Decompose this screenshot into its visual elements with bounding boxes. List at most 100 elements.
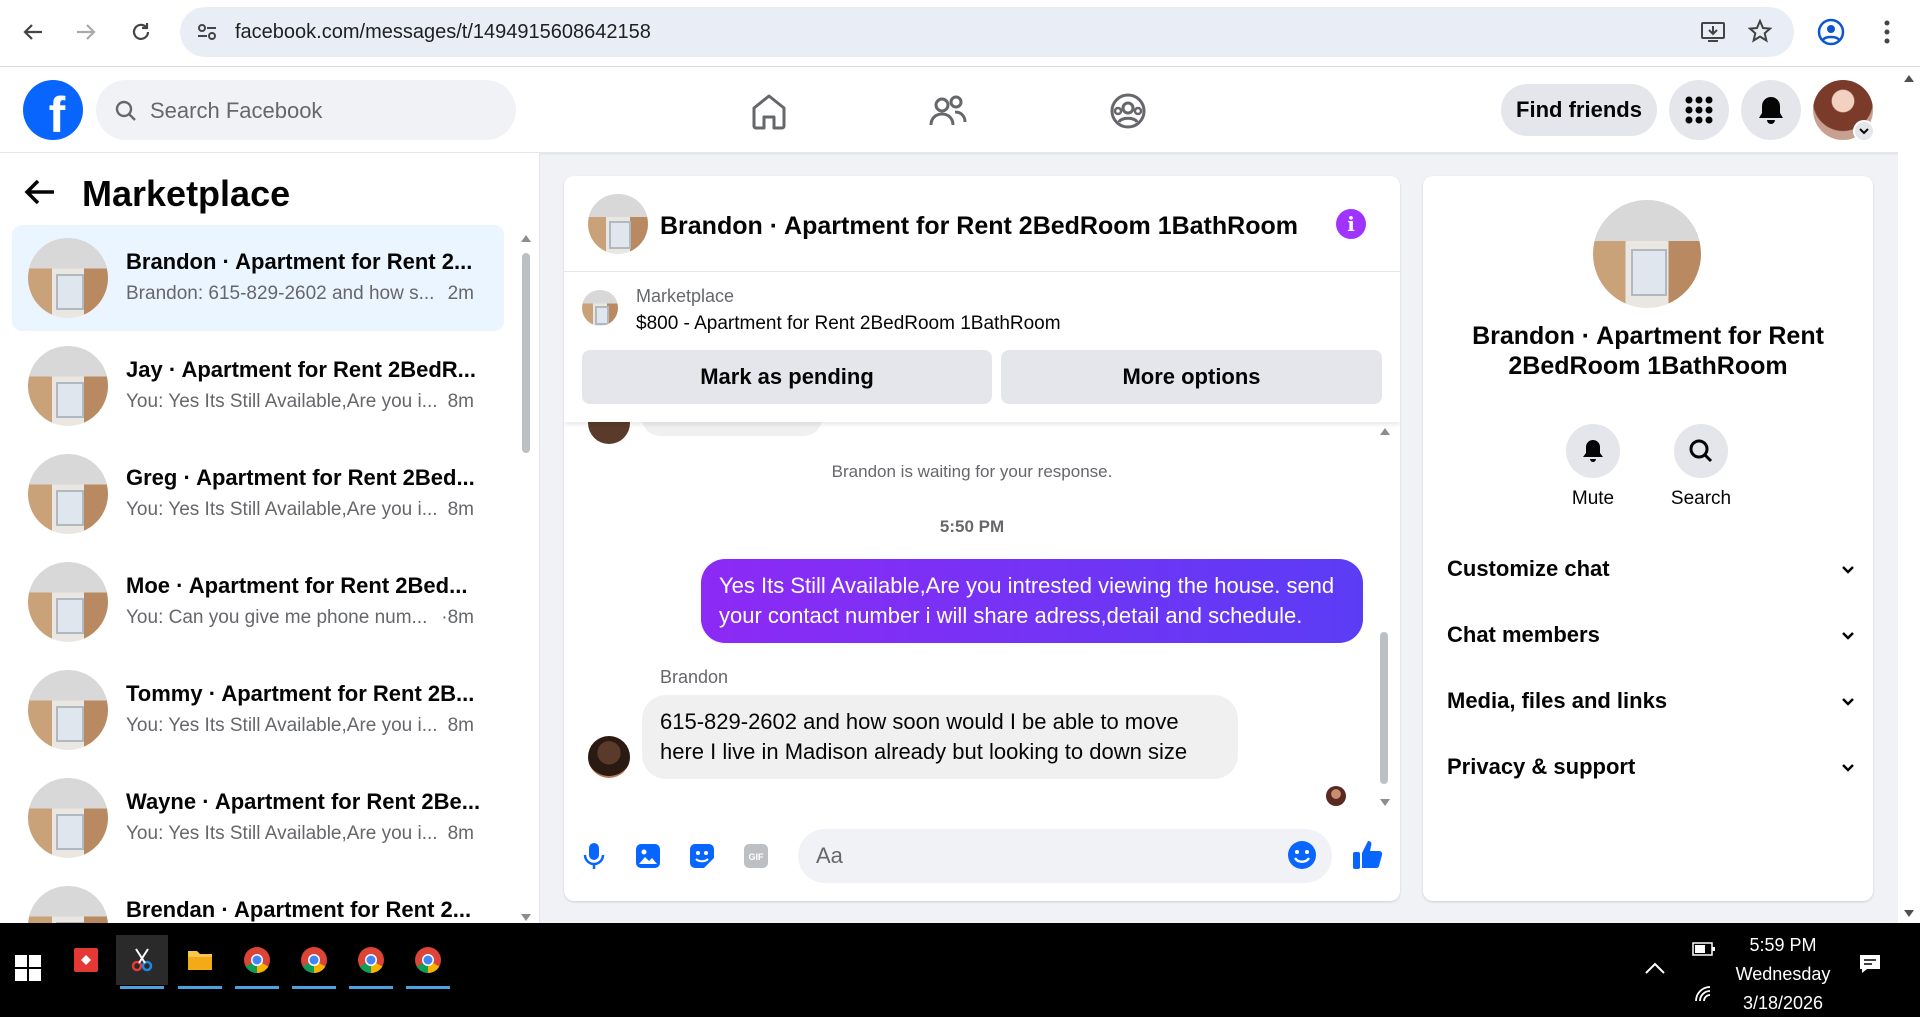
chat-members-section[interactable]: Chat members <box>1447 608 1857 662</box>
thread-name: Brandon · Apartment for Rent 2... <box>126 249 473 274</box>
home-icon[interactable] <box>747 89 791 133</box>
scrollbar-thumb[interactable] <box>1380 632 1388 784</box>
logo-letter: f <box>48 87 66 143</box>
search-input[interactable]: Search Facebook <box>96 80 516 140</box>
like-thumb-icon[interactable] <box>1349 836 1387 874</box>
browser-profile-icon[interactable] <box>1816 17 1846 52</box>
message-input[interactable]: Aa <box>798 829 1332 883</box>
windows-start-icon[interactable] <box>2 943 54 993</box>
thread-time: 8m <box>447 499 474 520</box>
mark-as-pending-button[interactable]: Mark as pending <box>582 350 992 404</box>
mute-button[interactable]: Mute <box>1553 424 1633 510</box>
listing-thumbnail[interactable] <box>582 290 618 326</box>
back-arrow-icon[interactable] <box>24 178 56 211</box>
incoming-message[interactable]: 615-829-2602 and how soon would I be abl… <box>642 695 1238 779</box>
listing-title[interactable]: $800 - Apartment for Rent 2BedRoom 1Bath… <box>636 313 1061 335</box>
outgoing-message[interactable]: Yes Its Still Available,Are you intreste… <box>701 559 1363 643</box>
conversation-panel: Brandon · Apartment for Rent 2BedRoom 1B… <box>564 176 1400 901</box>
thread-item[interactable]: Tommy · Apartment for Rent 2B... You: Ye… <box>12 657 504 763</box>
thread-snippet: You: Yes Its Still Available,Are you i..… <box>126 823 438 844</box>
thread-snippet: You: Yes Its Still Available,Are you i..… <box>126 715 438 736</box>
section-label: Privacy & support <box>1447 754 1636 779</box>
info-title: Brandon · Apartment for Rent 2BedRoom 1B… <box>1472 322 1824 380</box>
facebook-logo-icon[interactable]: f <box>23 80 83 143</box>
battery-icon[interactable] <box>1692 941 1716 962</box>
reload-icon[interactable] <box>123 14 159 50</box>
message-scrollbar[interactable] <box>1376 422 1392 812</box>
chrome-icon[interactable] <box>402 935 454 989</box>
sender-name: Brandon <box>660 667 729 687</box>
notifications-bell-icon[interactable] <box>1741 80 1801 140</box>
emoji-icon[interactable] <box>1286 839 1318 876</box>
message-timestamp: 5:50 PM <box>939 517 1005 536</box>
thread-snippet: You: Yes Its Still Available,Are you i..… <box>126 391 438 412</box>
sticker-icon[interactable] <box>686 840 718 872</box>
file-explorer-icon[interactable] <box>174 935 226 989</box>
chevron-down-icon <box>1842 764 1854 772</box>
conversation-avatar[interactable] <box>588 194 648 254</box>
thread-name: Brendan · Apartment for Rent 2... <box>126 897 472 922</box>
gif-icon[interactable]: GIF <box>740 840 772 872</box>
chrome-icon[interactable] <box>288 935 340 989</box>
browser-menu-icon[interactable] <box>1872 17 1902 52</box>
clock-time: 5:59 PM <box>1749 935 1817 955</box>
groups-icon[interactable] <box>1106 89 1150 133</box>
snipping-tool-icon[interactable] <box>116 935 168 989</box>
search-icon[interactable] <box>1674 424 1728 478</box>
friends-icon[interactable] <box>926 89 970 133</box>
photo-icon[interactable] <box>632 840 664 872</box>
chevron-down-icon <box>1842 566 1854 574</box>
url-text[interactable]: facebook.com/messages/t/1494915608642158 <box>235 21 651 44</box>
page-scrollbar[interactable] <box>1898 67 1920 923</box>
info-icon[interactable]: i <box>1336 209 1366 239</box>
find-friends-button[interactable]: Find friends <box>1501 84 1657 136</box>
thread-avatar <box>28 886 108 923</box>
address-bar[interactable]: facebook.com/messages/t/1494915608642158 <box>180 7 1794 57</box>
thread-time: 8m <box>447 715 474 736</box>
sender-avatar[interactable] <box>588 736 630 778</box>
chrome-icon[interactable] <box>345 935 397 989</box>
notification-center-icon[interactable] <box>1858 953 1882 980</box>
wifi-icon[interactable] <box>1694 985 1716 1008</box>
menu-grid-icon[interactable] <box>1669 80 1729 140</box>
anydesk-icon[interactable] <box>60 935 112 985</box>
chrome-icon[interactable] <box>231 935 283 989</box>
install-app-icon[interactable] <box>1700 20 1726 49</box>
customize-chat-section[interactable]: Customize chat <box>1447 542 1857 596</box>
thread-item[interactable]: Wayne · Apartment for Rent 2Be... You: Y… <box>12 765 504 871</box>
conversation-title[interactable]: Brandon · Apartment for Rent 2BedRoom 1B… <box>660 212 1298 241</box>
microphone-icon[interactable] <box>578 840 610 872</box>
thread-item[interactable]: Moe · Apartment for Rent 2Bed... You: Ca… <box>12 549 504 655</box>
site-settings-icon[interactable] <box>196 21 218 48</box>
thread-item[interactable]: Jay · Apartment for Rent 2BedR... You: Y… <box>12 333 504 439</box>
thread-snippet: You: Yes Its Still Available,Are you i..… <box>126 499 438 520</box>
thread-snippet: Brandon: 615-829-2602 and how s... <box>126 283 435 304</box>
chevron-down-icon[interactable] <box>1853 120 1875 142</box>
message-placeholder: Aa <box>816 843 843 868</box>
privacy-support-section[interactable]: Privacy & support <box>1447 740 1857 794</box>
windows-taskbar: 5:59 PM Wednesday 3/18/2026 <box>0 923 1920 1017</box>
search-conversation-button[interactable]: Search <box>1661 424 1741 510</box>
forward-icon[interactable] <box>68 14 104 50</box>
thread-name: Wayne · Apartment for Rent 2Be... <box>126 789 481 814</box>
thread-list-scrollbar[interactable] <box>518 233 532 923</box>
seen-indicator-avatar <box>1326 786 1346 806</box>
more-options-button[interactable]: More options <box>1001 350 1382 404</box>
back-icon[interactable] <box>15 14 51 50</box>
scrollbar-thumb[interactable] <box>522 253 530 453</box>
bookmark-star-icon[interactable] <box>1747 18 1773 48</box>
thread-name: Jay · Apartment for Rent 2BedR... <box>126 357 477 382</box>
thread-item[interactable]: Greg · Apartment for Rent 2Bed... You: Y… <box>12 441 504 547</box>
thread-time: 2m <box>447 283 474 304</box>
thread-item[interactable]: Brendan · Apartment for Rent 2... <box>12 873 504 923</box>
bell-icon[interactable] <box>1566 424 1620 478</box>
account-avatar[interactable] <box>1813 80 1875 142</box>
show-hidden-icons-chevron-icon[interactable] <box>1644 961 1666 980</box>
media-files-links-section[interactable]: Media, files and links <box>1447 674 1857 728</box>
section-label: Media, files and links <box>1447 688 1668 713</box>
thread-time: 8m <box>447 391 474 412</box>
thread-item[interactable]: Brandon · Apartment for Rent 2... Brando… <box>12 225 504 331</box>
conversation-avatar-large[interactable] <box>1593 200 1701 308</box>
thread-avatar <box>28 778 108 858</box>
system-clock[interactable]: 5:59 PM Wednesday 3/18/2026 <box>1718 931 1848 1017</box>
